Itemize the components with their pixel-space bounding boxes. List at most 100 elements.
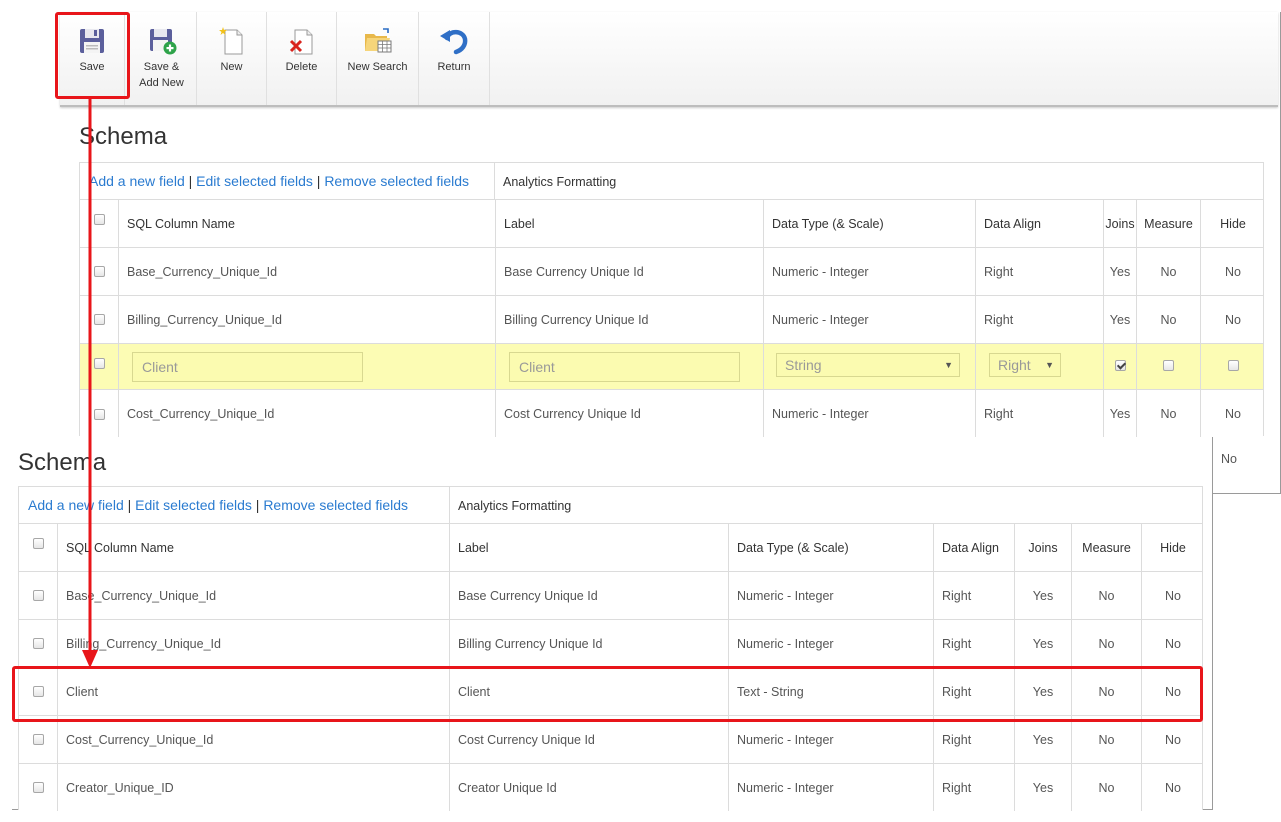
analytics-formatting-header: Analytics Formatting (494, 163, 1265, 199)
measure-cell: No (1136, 296, 1200, 343)
label-cell: Cost Currency Unique Id (495, 390, 763, 438)
select-all-cell (19, 524, 57, 571)
col-data-align[interactable]: Data Align (933, 524, 1014, 571)
sql-name-edit-cell: Client (118, 344, 495, 389)
schema-saved-panel: Schema Add a new field | Edit selected f… (12, 437, 1213, 811)
sql-name-input[interactable]: Client (132, 351, 363, 382)
measure-cell: No (1136, 248, 1200, 295)
hide-cell: No (1141, 716, 1204, 763)
delete-button[interactable]: Delete (267, 12, 337, 105)
table-row[interactable]: Cost_Currency_Unique_Id Cost Currency Un… (80, 390, 1263, 438)
add-field-link[interactable]: Add a new field (28, 497, 124, 513)
joins-cell: Yes (1103, 296, 1136, 343)
data-align-select[interactable]: Right ▼ (989, 353, 1061, 377)
folder-search-icon (364, 28, 391, 53)
col-joins[interactable]: Joins (1103, 200, 1136, 247)
col-label[interactable]: Label (495, 200, 763, 247)
col-hide[interactable]: Hide (1200, 200, 1265, 247)
schema-grid: Add a new field | Edit selected fields |… (18, 486, 1203, 811)
data-align-cell: Right (933, 716, 1014, 763)
hide-cell: No (1200, 296, 1265, 343)
measure-cell: No (1136, 390, 1200, 438)
col-hide[interactable]: Hide (1141, 524, 1204, 571)
data-type-cell: Numeric - Integer (763, 248, 975, 295)
hide-edit-cell (1200, 344, 1265, 389)
select-all-checkbox[interactable] (32, 538, 44, 549)
edit-selected-link[interactable]: Edit selected fields (135, 497, 252, 513)
joins-cell: Yes (1103, 390, 1136, 438)
grid-actions-bar: Add a new field | Edit selected fields |… (80, 163, 1263, 200)
joins-checkbox[interactable] (1114, 360, 1126, 371)
hide-cell: No (1141, 572, 1204, 619)
new-search-button[interactable]: New Search (337, 12, 419, 105)
sql-name-cell: Billing_Currency_Unique_Id (118, 296, 495, 343)
table-header-row: SQL Column Name Label Data Type (& Scale… (80, 200, 1263, 248)
hide-checkbox[interactable] (1227, 360, 1239, 371)
table-row[interactable]: Base_Currency_Unique_Id Base Currency Un… (19, 572, 1202, 620)
data-align-select-value: Right (998, 357, 1031, 373)
data-type-cell: Numeric - Integer (728, 716, 933, 763)
col-data-type[interactable]: Data Type (& Scale) (763, 200, 975, 247)
data-align-cell: Right (975, 390, 1103, 438)
chevron-down-icon: ▼ (944, 360, 953, 370)
measure-edit-cell (1136, 344, 1200, 389)
label-input[interactable]: Client (509, 351, 740, 382)
edit-row[interactable]: Client Client String ▼ Right ▼ (80, 344, 1263, 390)
table-row[interactable]: Cost_Currency_Unique_Id Cost Currency Un… (19, 716, 1202, 764)
data-align-cell: Right (933, 764, 1014, 811)
joins-cell: Yes (1103, 248, 1136, 295)
row-checkbox[interactable] (32, 782, 44, 793)
table-row[interactable]: Creator_Unique_ID Creator Unique Id Nume… (19, 764, 1202, 811)
measure-cell: No (1071, 716, 1141, 763)
remove-selected-link[interactable]: Remove selected fields (263, 497, 408, 513)
row-select-cell (19, 620, 57, 667)
edit-selected-link[interactable]: Edit selected fields (196, 173, 313, 189)
col-measure[interactable]: Measure (1136, 200, 1200, 247)
data-align-edit-cell: Right ▼ (975, 344, 1103, 389)
analytics-formatting-header: Analytics Formatting (449, 487, 1204, 523)
table-row[interactable]: Base_Currency_Unique_Id Base Currency Un… (80, 248, 1263, 296)
label-edit-cell: Client (495, 344, 763, 389)
hide-cell: No (1200, 390, 1265, 438)
row-checkbox[interactable] (32, 638, 44, 649)
grid-actions-bar: Add a new field | Edit selected fields |… (19, 487, 1202, 524)
data-type-edit-cell: String ▼ (763, 344, 975, 389)
row-select-cell (19, 764, 57, 811)
col-data-align[interactable]: Data Align (975, 200, 1103, 247)
new-button[interactable]: New (197, 12, 267, 105)
sql-name-cell: Billing_Currency_Unique_Id (57, 620, 449, 667)
joins-cell: Yes (1014, 716, 1071, 763)
table-row[interactable]: Billing_Currency_Unique_Id Billing Curre… (80, 296, 1263, 344)
data-type-cell: Numeric - Integer (728, 620, 933, 667)
add-field-link[interactable]: Add a new field (89, 173, 185, 189)
hide-cell: No (1200, 248, 1265, 295)
remove-selected-link[interactable]: Remove selected fields (324, 173, 469, 189)
schema-grid: Add a new field | Edit selected fields |… (79, 162, 1264, 438)
label-cell: Creator Unique Id (449, 764, 728, 811)
save-and-add-new-button[interactable]: Save & Add New (127, 12, 197, 105)
joins-edit-cell (1103, 344, 1136, 389)
row-checkbox[interactable] (32, 590, 44, 601)
col-measure[interactable]: Measure (1071, 524, 1141, 571)
save-and-add-new-label: Save & Add New (139, 61, 184, 89)
col-data-type[interactable]: Data Type (& Scale) (728, 524, 933, 571)
measure-cell: No (1071, 572, 1141, 619)
col-sql-name[interactable]: SQL Column Name (57, 524, 449, 571)
col-joins[interactable]: Joins (1014, 524, 1071, 571)
hide-cell: No (1141, 620, 1204, 667)
data-align-cell: Right (933, 572, 1014, 619)
data-type-select[interactable]: String ▼ (776, 353, 960, 377)
client-row-highlight-box (12, 666, 1203, 722)
label-cell: Billing Currency Unique Id (495, 296, 763, 343)
toolbar: Save Save & Add New New Delete New Searc… (60, 12, 1278, 107)
table-header-row: SQL Column Name Label Data Type (& Scale… (19, 524, 1202, 572)
col-sql-name[interactable]: SQL Column Name (118, 200, 495, 247)
undo-arrow-icon (440, 29, 468, 55)
return-button[interactable]: Return (419, 12, 490, 105)
row-checkbox[interactable] (32, 734, 44, 745)
row-select-cell (19, 572, 57, 619)
measure-checkbox[interactable] (1163, 360, 1174, 371)
table-row[interactable]: Billing_Currency_Unique_Id Billing Curre… (19, 620, 1202, 668)
col-label[interactable]: Label (449, 524, 728, 571)
save-highlight-box (55, 12, 130, 99)
